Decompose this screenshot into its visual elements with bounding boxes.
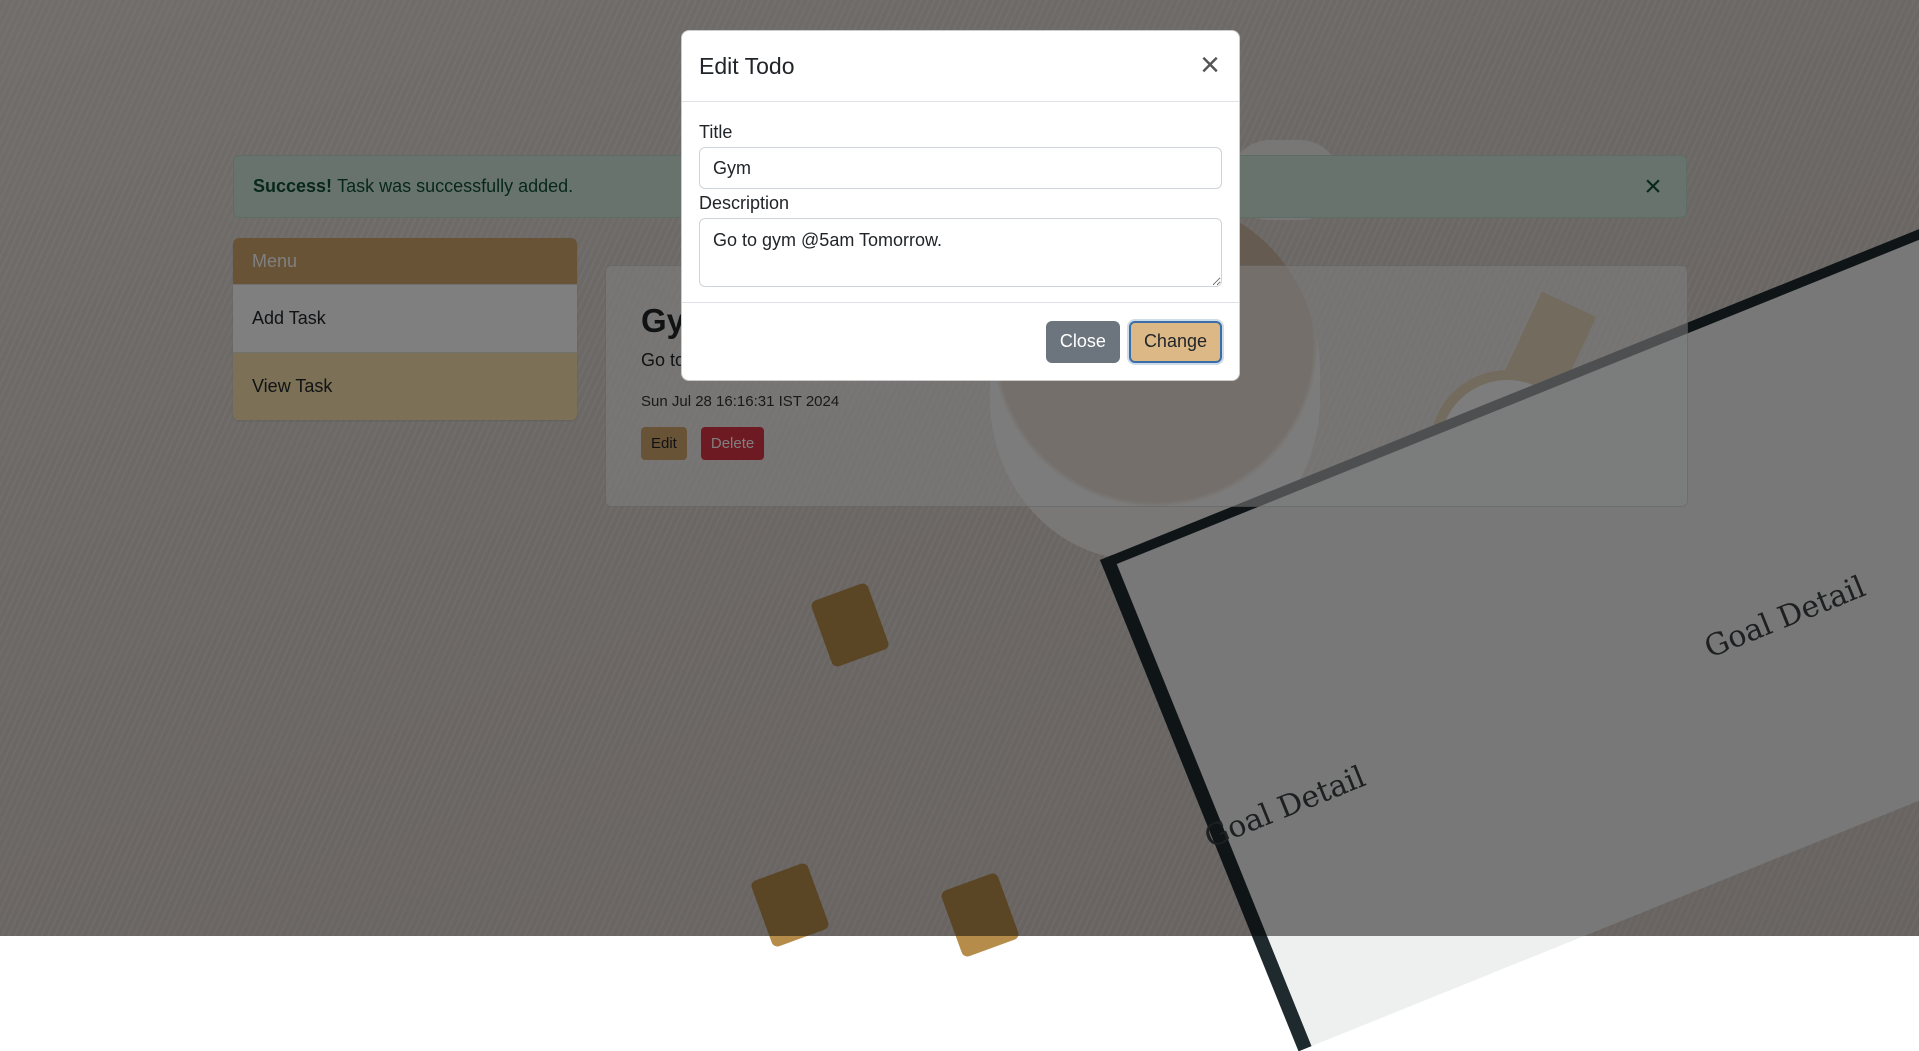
modal-header: Edit Todo ×	[682, 31, 1239, 102]
modal-title: Edit Todo	[699, 52, 795, 79]
title-input[interactable]	[699, 147, 1222, 189]
title-label: Title	[699, 122, 733, 142]
edit-todo-modal: Edit Todo × Title Description Go to gym …	[681, 30, 1240, 381]
description-label: Description	[699, 193, 790, 213]
description-textarea[interactable]: Go to gym @5am Tomorrow.	[699, 218, 1222, 287]
modal-footer: Close Change	[682, 302, 1239, 380]
close-button[interactable]: Close	[1045, 320, 1120, 363]
modal-body: Title Description Go to gym @5am Tomorro…	[682, 102, 1239, 303]
change-button[interactable]: Change	[1128, 320, 1222, 363]
close-icon[interactable]: ×	[1195, 48, 1225, 82]
